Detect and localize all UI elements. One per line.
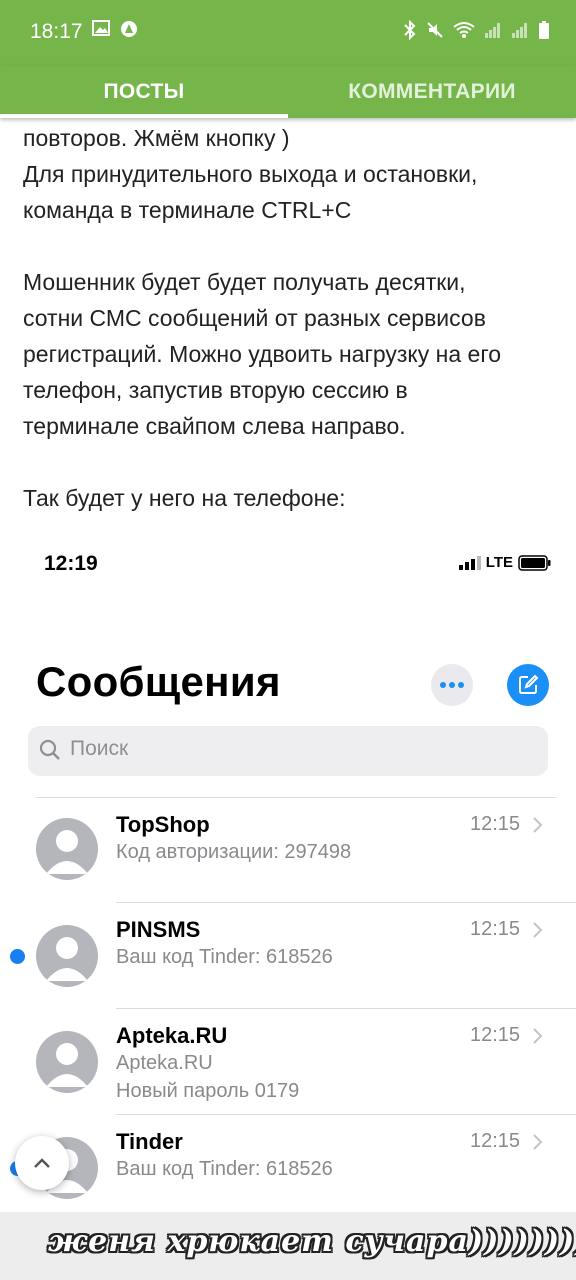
message-time: 12:15: [470, 918, 521, 940]
tab-posts[interactable]: ПОСТЫ: [0, 66, 288, 118]
avatar: [36, 818, 98, 880]
sender-name: Tinder: [116, 1129, 183, 1154]
message-row-tinder[interactable]: Tinder Ваш код Tinder: 618526 12:15: [0, 1115, 576, 1219]
message-row-topshop[interactable]: TopShop Код авторизации: 297498 12:15: [0, 798, 576, 902]
battery-icon: [518, 554, 551, 571]
post-line: терминале свайпом слева направо.: [23, 413, 406, 439]
cell-signal-icon: [458, 555, 481, 570]
avatar: [36, 1031, 98, 1093]
more-button[interactable]: [431, 664, 473, 706]
more-dots-icon: [440, 682, 464, 688]
compose-button[interactable]: [507, 664, 549, 706]
tab-comments[interactable]: КОММЕНТАРИИ: [288, 66, 576, 118]
sender-name: Apteka.RU: [116, 1023, 228, 1048]
unread-dot: [10, 949, 25, 964]
avatar: [36, 925, 98, 987]
gallery-icon: [92, 20, 110, 36]
status-time: 18:17: [30, 20, 83, 43]
message-row-apteka[interactable]: Apteka.RU Apteka.RU Новый пароль 0179 12…: [0, 1009, 576, 1113]
chevron-right-icon: [533, 1134, 543, 1150]
banner-text: женя хрюкает сучара)))))))): [48, 1224, 576, 1259]
message-preview: Ваш код Tinder: 618526: [116, 946, 333, 968]
bottom-banner: женя хрюкает сучара)))))))): [0, 1212, 576, 1280]
tab-bar: ПОСТЫ КОММЕНТАРИИ: [0, 66, 576, 118]
message-preview: Apteka.RU: [116, 1052, 213, 1074]
message-preview: Код авторизации: 297498: [116, 841, 352, 863]
embedded-screenshot: 12:19 LTE Сообщения Поиск TopShop Код ав…: [0, 530, 576, 1220]
scroll-to-top-button[interactable]: [15, 1136, 69, 1190]
message-time: 12:15: [470, 1130, 521, 1152]
post-line: повторов. Жмём кнопку ): [23, 125, 290, 151]
bluetooth-icon: [404, 20, 416, 40]
sender-name: TopShop: [116, 812, 210, 837]
post-line: Так будет у него на телефоне:: [23, 485, 346, 511]
message-time: 12:15: [470, 813, 521, 835]
wifi-icon: [453, 22, 475, 38]
post-line: Мошенник будет будет получать десятки,: [23, 269, 466, 295]
page-title: Сообщения: [36, 658, 281, 705]
post-line: регистраций. Можно удвоить нагрузку на е…: [23, 341, 501, 367]
mute-icon: [427, 22, 443, 38]
signal-icon: [485, 23, 500, 38]
message-preview: Ваш код Tinder: 618526: [116, 1158, 333, 1180]
app-notification-icon: [121, 21, 137, 37]
chevron-right-icon: [533, 1028, 543, 1044]
person-icon: [46, 830, 88, 874]
post-line: команда в терминале CTRL+C: [23, 197, 352, 223]
phone-time: 12:19: [44, 552, 98, 575]
message-preview-line2: Новый пароль 0179: [116, 1080, 300, 1102]
person-icon: [46, 1043, 88, 1087]
post-line: сотни СМС сообщений от разных сервисов: [23, 305, 486, 331]
search-bar[interactable]: Поиск: [28, 726, 548, 776]
chevron-right-icon: [533, 922, 543, 938]
chevron-right-icon: [533, 817, 543, 833]
post-body: повторов. Жмём кнопку ) Для принудительн…: [23, 120, 563, 516]
sender-name: PINSMS: [116, 917, 201, 942]
battery-icon: [539, 21, 549, 39]
search-icon: [39, 739, 60, 760]
chevron-up-icon: [34, 1158, 50, 1168]
message-time: 12:15: [470, 1024, 521, 1046]
signal-icon-2: [512, 23, 527, 38]
active-tab-indicator: [0, 114, 288, 118]
compose-icon: [519, 674, 539, 694]
post-line: телефон, запустив вторую сессию в: [23, 377, 408, 403]
post-line: Для принудительного выхода и остановки,: [23, 161, 478, 187]
network-type: LTE: [485, 554, 513, 571]
search-input[interactable]: Поиск: [70, 737, 128, 761]
message-row-pinsms[interactable]: PINSMS Ваш код Tinder: 618526 12:15: [0, 903, 576, 1007]
person-icon: [46, 937, 88, 981]
status-bar: 18:17: [0, 0, 576, 66]
